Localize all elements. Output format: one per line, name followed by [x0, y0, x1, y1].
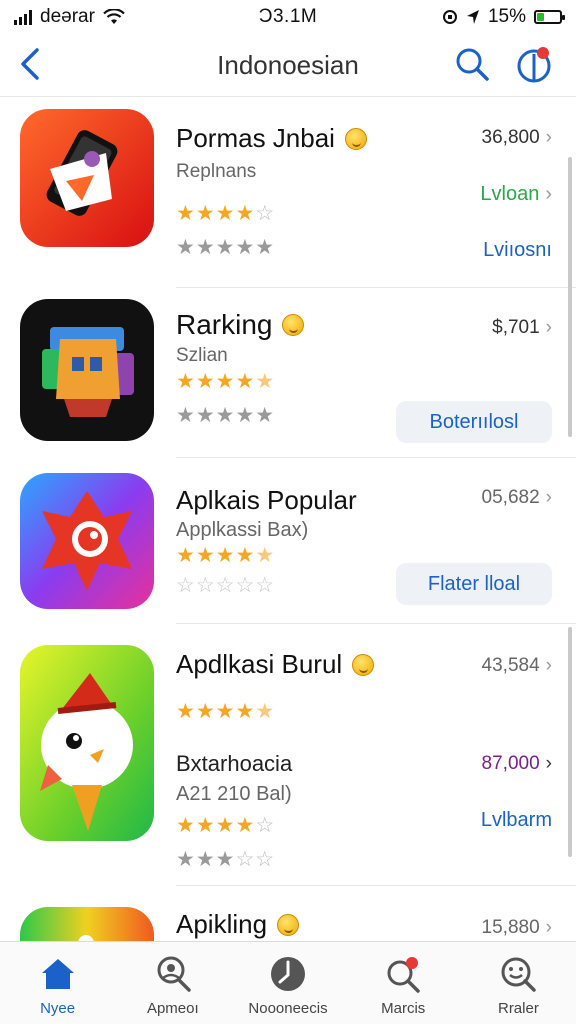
- rating-stars: ★★★★★: [176, 370, 276, 393]
- app-subtitle-secondary: A21 210 Bal): [176, 783, 292, 805]
- navbar: Indonoesian: [0, 34, 576, 96]
- app-name: Pormas Jnbai: [176, 123, 367, 154]
- status-right: 15%: [442, 6, 565, 28]
- rating-stars-secondary: ★★★★★: [176, 404, 276, 427]
- emoji-icon: [277, 913, 300, 936]
- rating-stars-secondary: ★★★★☆: [176, 814, 276, 837]
- profile-button[interactable]: [514, 44, 554, 84]
- rating-stars-secondary: ★★★★★: [176, 236, 276, 259]
- tab-label: Marcis: [381, 1000, 426, 1017]
- back-button[interactable]: [10, 44, 50, 84]
- rotation-lock-icon: [442, 10, 457, 24]
- chevron-right-icon: ›: [545, 753, 552, 774]
- clock-icon: [268, 954, 308, 994]
- app-subtitle: Szlian: [176, 345, 228, 366]
- status-left: deərar: [14, 6, 125, 28]
- app-icon-apikling[interactable]: [20, 907, 154, 941]
- app-price[interactable]: 36,800 ›: [482, 127, 552, 149]
- app-icon-tools[interactable]: [20, 109, 154, 247]
- notification-search-icon: [383, 954, 423, 994]
- list-item[interactable]: Pormas Jnbai Replnans ★★★★☆ ★★★★★ 36,800…: [0, 97, 576, 289]
- app-price[interactable]: 05,682 ›: [482, 487, 552, 509]
- rating-stars-secondary: ☆☆☆☆☆: [176, 574, 276, 597]
- get-button[interactable]: Flater lloal: [396, 563, 552, 605]
- search-button[interactable]: [452, 44, 492, 84]
- signal-icon: [14, 9, 32, 25]
- app-name: Apdlkasi Burul: [176, 649, 375, 680]
- app-name: Aplkais Popular: [176, 485, 357, 515]
- tab-label: Rraler: [497, 1000, 539, 1017]
- battery-percent: 15%: [487, 6, 526, 27]
- tab-label: Noooneecis: [248, 1000, 328, 1017]
- scrollbar-secondary[interactable]: [568, 627, 572, 857]
- list-item[interactable]: Rarking Szlian ★★★★★ ★★★★★ $,701 › Boterı…: [0, 289, 576, 459]
- smiley-search-icon: [498, 954, 538, 994]
- chevron-right-icon: ›: [545, 183, 552, 205]
- app-link-secondary[interactable]: Lviıosnı: [483, 239, 552, 262]
- chevron-right-icon: ›: [545, 317, 552, 338]
- status-time: Ɔ3.1M: [258, 6, 318, 27]
- chevron-right-icon: ›: [545, 127, 552, 148]
- tab-label: Nyee: [40, 1000, 76, 1017]
- app-list[interactable]: Pormas Jnbai Replnans ★★★★☆ ★★★★★ 36,800…: [0, 97, 576, 941]
- app-icon-popular[interactable]: [20, 473, 154, 609]
- search-person-icon: [153, 954, 193, 994]
- app-icon-ranking[interactable]: [20, 299, 154, 441]
- tab-notifications[interactable]: Marcis: [346, 942, 461, 1024]
- list-item[interactable]: Apikling 15,880 ›: [0, 887, 576, 941]
- chevron-left-icon: [21, 48, 39, 80]
- app-subtitle: Bxtarhoacia: [176, 751, 293, 776]
- profile-icon: [517, 47, 551, 83]
- list-item[interactable]: Aplkais Popular Applkassi Bax) ★★★★★ ☆☆☆…: [0, 459, 576, 625]
- app-price-secondary[interactable]: 87,000 ›: [482, 753, 552, 775]
- battery-icon: [534, 10, 565, 24]
- rating-stars: ★★★★☆: [176, 202, 276, 225]
- app-price[interactable]: $,701 ›: [492, 317, 552, 339]
- tab-label: Apmeoı: [146, 1000, 199, 1017]
- list-item[interactable]: Apdlkasi Burul ★★★★★ Bxtarhoacia A21 210…: [0, 625, 576, 887]
- tab-updates[interactable]: Noooneecis: [230, 942, 345, 1024]
- location-icon: [466, 10, 479, 24]
- get-button[interactable]: Boterıılosl: [396, 401, 552, 443]
- row-divider: [176, 287, 576, 288]
- app-subtitle: Applkassi Bax): [176, 519, 309, 541]
- tab-profile[interactable]: Rraler: [461, 942, 576, 1024]
- app-subtitle: Replnans: [176, 161, 257, 182]
- tab-home[interactable]: Nyee: [0, 942, 115, 1024]
- page-title: Indonoesian: [217, 49, 359, 80]
- app-name: Rarking: [176, 309, 305, 341]
- emoji-icon: [344, 127, 367, 150]
- carrier-label: deərar: [40, 6, 95, 27]
- rating-stars: ★★★★★: [176, 700, 276, 723]
- wifi-icon: [103, 9, 125, 24]
- chevron-right-icon: ›: [545, 487, 552, 508]
- app-price[interactable]: 15,880 ›: [482, 917, 552, 939]
- tab-bar: Nyee Apmeoı Noooneecis Marcis Rraler: [0, 941, 576, 1024]
- app-name: Apikling: [176, 909, 300, 940]
- search-icon: [456, 48, 489, 81]
- row-divider: [176, 457, 576, 458]
- row-divider: [176, 885, 576, 886]
- status-bar: deərar Ɔ3.1M 15%: [0, 0, 576, 34]
- app-icon-burul[interactable]: [20, 645, 154, 841]
- app-price[interactable]: 43,584 ›: [482, 655, 552, 677]
- row-divider: [176, 623, 576, 624]
- chevron-right-icon: ›: [545, 917, 552, 938]
- home-icon: [38, 954, 78, 994]
- rating-stars: ★★★★★: [176, 544, 276, 567]
- tab-apps[interactable]: Apmeoı: [115, 942, 230, 1024]
- rating-stars-tertiary: ★★★☆☆: [176, 848, 276, 871]
- chevron-right-icon: ›: [545, 655, 552, 676]
- emoji-icon: [352, 653, 375, 676]
- app-link-primary[interactable]: Lvlbarm: [481, 809, 552, 832]
- emoji-icon: [282, 314, 305, 336]
- scrollbar[interactable]: [568, 157, 572, 437]
- app-link-primary[interactable]: Lvloan ›: [480, 183, 552, 206]
